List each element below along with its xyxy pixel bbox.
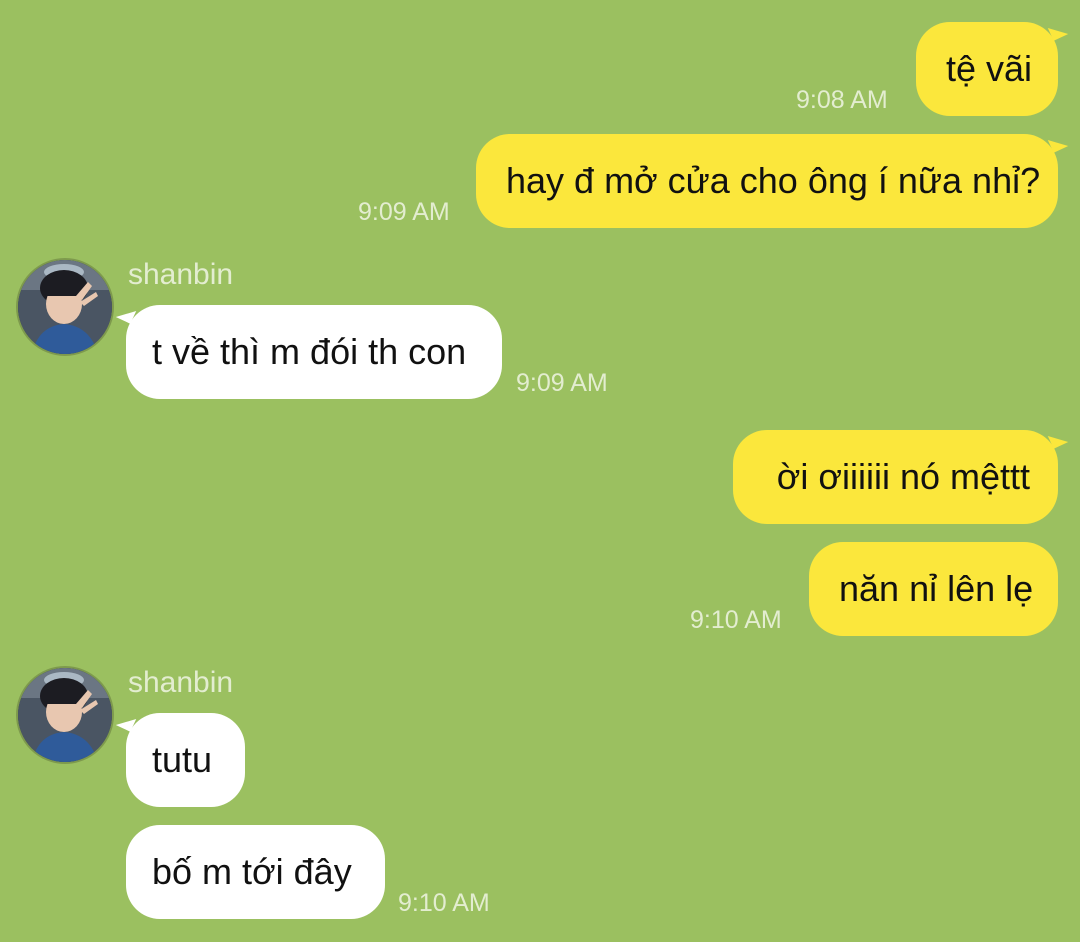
outgoing-message-bubble[interactable]: hay đ mở cửa cho ông í nữa nhỉ? — [476, 134, 1058, 228]
outgoing-message-bubble[interactable]: năn nỉ lên lẹ — [809, 542, 1058, 636]
incoming-message-bubble[interactable]: t về thì m đói th con — [126, 305, 502, 399]
message-text: tutu — [152, 739, 213, 780]
user-avatar-icon[interactable] — [16, 258, 114, 356]
sender-name: shanbin — [128, 258, 234, 291]
message-timestamp: 9:09 AM — [358, 198, 450, 226]
incoming-message-bubble[interactable]: tutu — [126, 713, 245, 807]
incoming-message-bubble[interactable]: bố m tới đây — [126, 825, 385, 919]
message-text: tệ vãi — [946, 48, 1033, 89]
message-timestamp: 9:10 AM — [398, 889, 490, 917]
message-text: năn nỉ lên lẹ — [839, 568, 1034, 609]
message-text: hay đ mở cửa cho ông í nữa nhỉ? — [506, 160, 1041, 201]
message-timestamp: 9:09 AM — [516, 369, 608, 397]
message-text: t về thì m đói th con — [152, 331, 467, 372]
outgoing-message-bubble[interactable]: tệ vãi — [916, 22, 1058, 116]
message-text: bố m tới đây — [152, 851, 352, 892]
message-timestamp: 9:10 AM — [690, 606, 782, 634]
message-timestamp: 9:08 AM — [796, 86, 888, 114]
outgoing-message-bubble[interactable]: ời ơiiiiii nó mệttt — [733, 430, 1058, 524]
user-avatar-icon[interactable] — [16, 666, 114, 764]
message-text: ời ơiiiiii nó mệttt — [776, 456, 1030, 497]
sender-name: shanbin — [128, 666, 234, 699]
chat-thread[interactable]: tệ vãi 9:08 AM hay đ mở cửa cho ông í nữ… — [0, 0, 1080, 942]
